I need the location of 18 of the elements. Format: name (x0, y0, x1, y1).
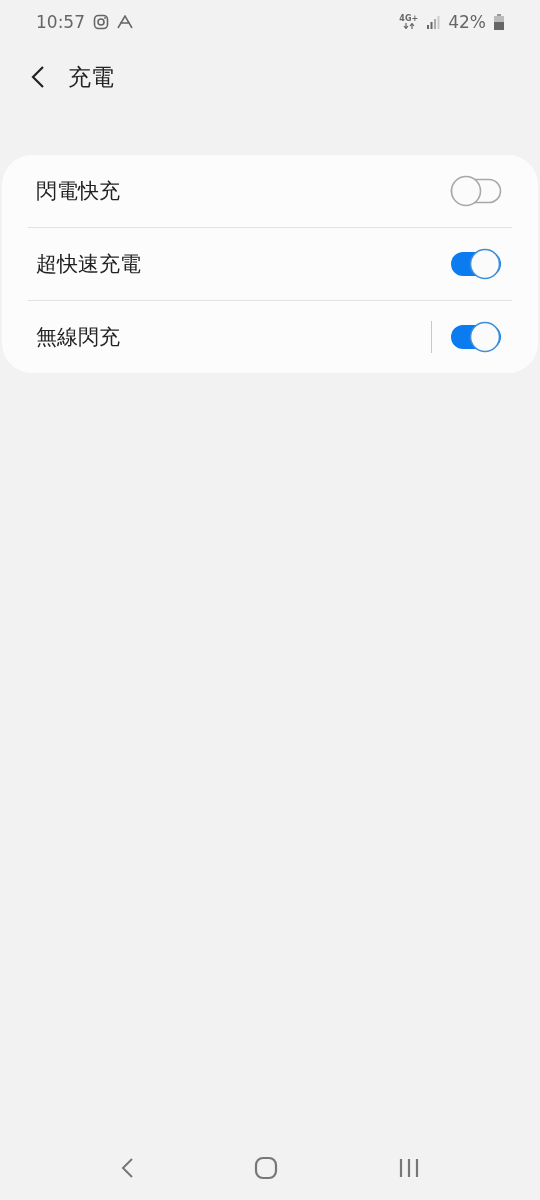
battery-icon (494, 14, 504, 30)
recent-apps-icon[interactable] (398, 1158, 420, 1178)
toggle-switch[interactable] (450, 175, 502, 207)
page-title: 充電 (68, 62, 114, 92)
setting-label: 閃電快充 (36, 178, 121, 205)
back-nav-icon[interactable] (120, 1157, 134, 1179)
back-icon[interactable] (30, 65, 46, 89)
clock: 10:57 (36, 12, 85, 32)
toggle-switch[interactable] (450, 321, 502, 353)
camera-icon (93, 14, 109, 30)
toggle-switch[interactable] (450, 248, 502, 280)
setting-label: 超快速充電 (36, 251, 142, 278)
data-arrows-icon (402, 23, 415, 29)
network-indicator: 4G+ (399, 15, 419, 29)
setting-label: 無線閃充 (36, 324, 121, 351)
home-icon[interactable] (254, 1156, 278, 1180)
battery-percent: 42% (448, 12, 486, 32)
signal-icon (426, 15, 441, 29)
